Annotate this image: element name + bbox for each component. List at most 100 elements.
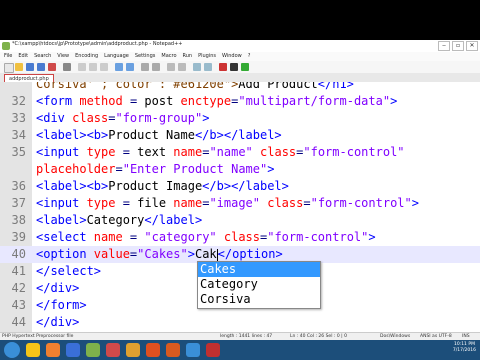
notepadpp-window: *C:\xampp\htdocs\jp\Prototype\admin\addp… [0,40,480,360]
line-number: 39 [11,230,26,244]
zoom-in-icon[interactable] [167,63,175,71]
line-number: 40 [11,247,26,261]
zoom-out-icon[interactable] [178,63,186,71]
code-token: </div> [36,281,80,295]
explorer-icon[interactable] [26,343,40,357]
code-line: 34 <label><b>Product Name</b></label> [0,127,480,144]
window-title: *C:\xampp\htdocs\jp\Prototype\admin\addp… [12,41,183,47]
autocomplete-item[interactable]: Cakes [198,262,320,277]
video-frame: *C:\xampp\htdocs\jp\Prototype\admin\addp… [0,0,480,360]
line-number: 37 [11,196,26,210]
save-icon[interactable] [26,63,34,71]
code-token: Add Product [238,82,318,91]
play-macro-icon[interactable] [241,63,249,71]
code-token: text [137,145,174,159]
menu-edit[interactable]: Edit [18,52,28,61]
code-token: "Enter Product Name" [122,162,268,176]
notepadpp-icon[interactable] [86,343,100,357]
code-token: "form-group" [115,111,203,125]
menu-window[interactable]: Window [222,52,242,61]
menu-settings[interactable]: Settings [135,52,156,61]
recorder-icon[interactable] [206,343,220,357]
menu-macro[interactable]: Macro [161,52,176,61]
code-line: 32 <form method = post enctype="multipart… [0,93,480,110]
camtasia-icon[interactable] [106,343,120,357]
autocomplete-list[interactable]: Cakes Category Corsiva [197,261,321,309]
line-number: 43 [11,298,26,312]
tab-bar: addproduct.php [0,73,480,83]
menu-bar: File Edit Search View Encoding Language … [0,52,480,61]
code-token: "form-control" [267,230,369,244]
code-text: <label>Category</label> [36,212,202,229]
code-token: <label> [36,213,87,227]
code-token: </select> [36,264,102,278]
minimize-button[interactable]: ‒ [438,41,450,51]
code-editor[interactable]: Corsiva' ; color : #e6120e">Add Product<… [0,82,480,332]
menu-run[interactable]: Run [183,52,193,61]
code-token: > [267,162,275,176]
menu-encoding[interactable]: Encoding [75,52,98,61]
code-token: > [390,94,398,108]
code-text: <input type = text name="name" class="fo… [36,144,405,161]
menu-view[interactable]: View [57,52,69,61]
new-file-icon[interactable] [4,63,14,73]
system-tray[interactable]: 10:11 PM 7/17/2016 [453,342,476,354]
xampp-control-icon[interactable] [166,343,180,357]
close-button[interactable]: ✕ [466,41,478,51]
code-token: name [173,196,203,210]
firefox-icon[interactable] [146,343,160,357]
copy-icon[interactable] [89,63,97,71]
menu-search[interactable]: Search [34,52,51,61]
stop-macro-icon[interactable] [230,63,238,71]
menu-language[interactable]: Language [104,52,129,61]
menu-file[interactable]: File [4,52,12,61]
code-token: placeholder [36,162,116,176]
status-file-type: PHP Hypertext Preprocessor file [2,334,74,339]
code-line: placeholder="Enter Product Name"> [0,161,480,178]
code-token: = [115,196,138,210]
print-icon[interactable] [63,63,71,71]
window-controls: ‒ ▫ ✕ [438,41,478,51]
code-token: > [368,230,376,244]
status-length: length : 1441 lines : 47 [220,334,273,339]
line-number: 32 [11,94,26,108]
chrome-icon[interactable] [126,343,140,357]
media-player-icon[interactable] [66,343,80,357]
status-insert-mode: INS [462,334,470,339]
windows-taskbar: 10:11 PM 7/17/2016 [0,340,480,360]
code-token: </form> [36,298,87,312]
open-folder-icon[interactable] [15,63,23,71]
code-token: </div> [36,315,80,329]
menu-plugins[interactable]: Plugins [198,52,216,61]
close-file-icon[interactable] [48,63,56,71]
vlc-icon[interactable] [186,343,200,357]
paste-icon[interactable] [100,63,108,71]
redo-icon[interactable] [126,63,134,71]
code-token: type [86,145,116,159]
app-icon [2,42,10,50]
code-token: </label> [144,213,203,227]
menu-help[interactable]: ? [248,52,251,61]
code-token: <input [36,196,87,210]
code-token: Cak [194,247,217,261]
autocomplete-item[interactable]: Corsiva [198,292,320,307]
maximize-button[interactable]: ▫ [452,41,464,51]
code-text: <form method = post enctype="multipart/f… [36,93,397,110]
save-all-icon[interactable] [37,63,45,71]
indent-guide-icon[interactable] [204,63,212,71]
code-line: 36 <label><b>Product Image</b></label> [0,178,480,195]
find-icon[interactable] [141,63,149,71]
replace-icon[interactable] [152,63,160,71]
code-text: </form> [36,297,87,314]
undo-icon[interactable] [115,63,123,71]
line-number: 44 [11,315,26,329]
code-token: enctype [180,94,232,108]
line-number: 35 [11,145,26,159]
wrap-icon[interactable] [193,63,201,71]
xampp-icon[interactable] [46,343,60,357]
cut-icon[interactable] [78,63,86,71]
record-macro-icon[interactable] [219,63,227,71]
autocomplete-item[interactable]: Category [198,277,320,292]
code-token: "Cakes" [137,247,188,261]
start-button[interactable] [4,342,20,358]
